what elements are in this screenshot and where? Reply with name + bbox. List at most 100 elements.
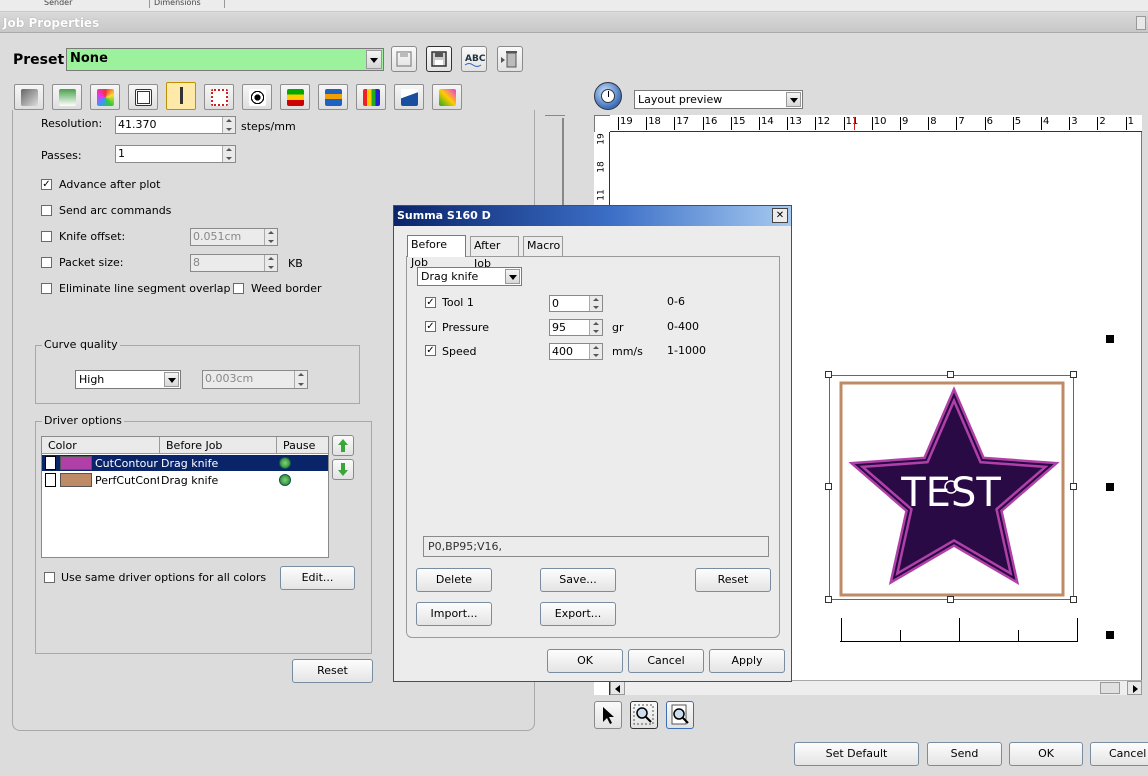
weed-border-checkbox[interactable]	[233, 283, 244, 294]
column-header-pause[interactable]: Pause	[277, 437, 328, 454]
knife-offset-field[interactable]: 0.051cm	[190, 228, 278, 246]
knife-tool-icon[interactable]	[166, 82, 196, 110]
summa-dialog[interactable]: Summa S160 D ✕ Before Job After Job Macr…	[393, 205, 792, 682]
tab-macro[interactable]: Macro	[523, 236, 563, 256]
dialog-cancel-button[interactable]: Cancel	[628, 649, 704, 673]
tab-before-job[interactable]: Before Job	[407, 235, 466, 269]
color-bars-chart-icon[interactable]	[356, 84, 386, 110]
film-frame-icon[interactable]	[128, 84, 158, 110]
preset-select[interactable]: None	[66, 48, 384, 71]
resize-handle[interactable]	[825, 596, 832, 603]
send-arc-checkbox[interactable]	[41, 205, 52, 216]
edit-button[interactable]: Edit...	[280, 566, 355, 590]
save-button[interactable]: Save...	[540, 568, 616, 592]
crop-marks-icon[interactable]	[204, 84, 234, 110]
resize-handle[interactable]	[947, 596, 954, 603]
speed-field[interactable]: 400	[549, 343, 603, 360]
ruler-tick	[1041, 117, 1042, 130]
passes-field[interactable]: 1	[115, 145, 236, 163]
save-icon[interactable]	[426, 46, 452, 72]
table-row[interactable]: CutContour Drag knife	[42, 455, 328, 471]
resize-handle[interactable]	[1070, 371, 1077, 378]
delete-trash-icon[interactable]	[497, 46, 523, 72]
move-down-arrow-icon[interactable]	[332, 459, 354, 480]
curve-quality-select[interactable]: High	[75, 370, 181, 389]
speed-checkbox[interactable]: ✓	[425, 345, 436, 356]
driver-reset-button[interactable]: Reset	[292, 659, 373, 683]
packet-size-checkbox[interactable]	[41, 257, 52, 268]
speed-range: 1-1000	[667, 344, 706, 357]
ruler-label: 4	[1043, 116, 1050, 127]
cancel-button[interactable]: Cancel	[1090, 742, 1148, 766]
ruler-tick	[815, 117, 817, 130]
scroll-right-icon[interactable]	[1127, 681, 1142, 695]
media-transfer-icon[interactable]	[52, 84, 82, 110]
artwork-test-star[interactable]: TEST	[829, 375, 1075, 601]
dialog-reset-button[interactable]: Reset	[695, 568, 771, 592]
import-button[interactable]: Import...	[416, 602, 492, 626]
chevron-down-icon	[505, 269, 520, 284]
pressure-checkbox[interactable]: ✓	[425, 321, 436, 332]
window-control-icon[interactable]	[1136, 16, 1146, 30]
eliminate-overlap-checkbox[interactable]	[41, 283, 52, 294]
plotter-icon[interactable]	[14, 84, 44, 110]
send-button[interactable]: Send	[927, 742, 1002, 766]
scale-tick	[959, 618, 960, 642]
resize-handle[interactable]	[1070, 483, 1077, 490]
resize-handle[interactable]	[1070, 596, 1077, 603]
column-header-color[interactable]: Color	[42, 437, 160, 454]
ink-drop-icon[interactable]	[394, 84, 424, 110]
same-driver-options-checkbox[interactable]	[44, 572, 55, 583]
export-button[interactable]: Export...	[540, 602, 616, 626]
scroll-thumb[interactable]	[1100, 682, 1120, 694]
resize-handle[interactable]	[825, 483, 832, 490]
apply-button[interactable]: Apply	[709, 649, 785, 673]
set-default-button[interactable]: Set Default	[794, 742, 919, 766]
media-edge-marker	[1106, 631, 1114, 639]
zoom-area-icon[interactable]	[630, 701, 658, 729]
registration-marks-icon[interactable]	[242, 84, 272, 110]
play-icon[interactable]	[279, 474, 291, 486]
tool1-checkbox[interactable]: ✓	[425, 297, 436, 308]
scroll-left-icon[interactable]	[610, 681, 625, 695]
clock-icon[interactable]	[594, 82, 622, 110]
tool-type-select[interactable]: Drag knife	[417, 267, 522, 286]
command-string-field[interactable]: P0,BP95;V16,	[423, 536, 769, 557]
preview-mode-select[interactable]: Layout preview	[634, 90, 803, 109]
table-row[interactable]: PerfCutContour Drag knife	[42, 472, 328, 488]
preset-value: None	[70, 51, 108, 66]
resize-handle[interactable]	[825, 371, 832, 378]
ruler-tick	[843, 117, 845, 130]
color-picker-icon[interactable]	[432, 84, 462, 110]
knife-offset-checkbox[interactable]	[41, 231, 52, 242]
advance-after-plot-checkbox[interactable]: ✓	[41, 179, 52, 190]
ok-button[interactable]: OK	[1009, 742, 1083, 766]
pointer-tool-icon[interactable]	[594, 701, 622, 729]
color-palette-icon[interactable]	[90, 84, 120, 110]
delete-button[interactable]: Delete	[416, 568, 492, 592]
zoom-fit-icon[interactable]	[666, 701, 694, 729]
resolution-field[interactable]: 41.370	[115, 116, 236, 134]
layers-icon[interactable]	[318, 84, 348, 110]
resize-handle[interactable]	[947, 371, 954, 378]
driver-options-table[interactable]: Color Before Job Pause CutContour Drag k…	[41, 436, 329, 558]
color-bars-icon[interactable]	[280, 84, 310, 110]
ruler-label: 2	[1099, 116, 1106, 127]
curve-tolerance-field[interactable]: 0.003cm	[202, 370, 308, 389]
pen-tool-icon	[45, 473, 56, 487]
tool1-field[interactable]: 0	[549, 295, 603, 312]
horizontal-scrollbar[interactable]	[610, 680, 1142, 695]
chevron-down-icon[interactable]	[366, 50, 382, 69]
dialog-ok-button[interactable]: OK	[547, 649, 623, 673]
column-header-before-job[interactable]: Before Job	[160, 437, 277, 454]
pressure-field[interactable]: 95	[549, 319, 603, 336]
packet-size-field[interactable]: 8	[190, 254, 278, 272]
close-icon[interactable]: ✕	[772, 208, 788, 223]
tab-after-job[interactable]: After Job	[470, 236, 519, 270]
window-title-bar[interactable]: Job Properties	[0, 13, 1148, 33]
dialog-title: Summa S160 D	[394, 206, 791, 226]
spellcheck-abc-icon[interactable]: ABC	[461, 46, 487, 72]
play-icon[interactable]	[279, 457, 291, 469]
move-up-arrow-icon[interactable]	[332, 435, 354, 456]
save-disabled-icon[interactable]	[391, 46, 417, 72]
